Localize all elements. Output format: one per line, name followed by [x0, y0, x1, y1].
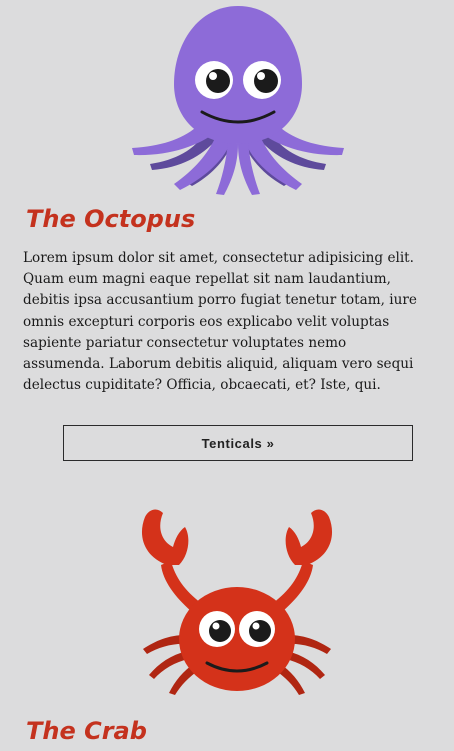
- tenticals-button[interactable]: Tenticals »: [63, 425, 413, 461]
- octopus-title: The Octopus: [26, 205, 196, 233]
- octopus-description: Lorem ipsum dolor sit amet, consectetur …: [23, 250, 417, 394]
- crab-icon: [141, 509, 333, 695]
- octopus-icon: [132, 6, 344, 195]
- octopus-card: The Octopus Lorem ipsum dolor sit amet, …: [0, 0, 454, 475]
- crab-card: The Crab: [0, 500, 454, 751]
- crab-title: The Crab: [26, 717, 147, 745]
